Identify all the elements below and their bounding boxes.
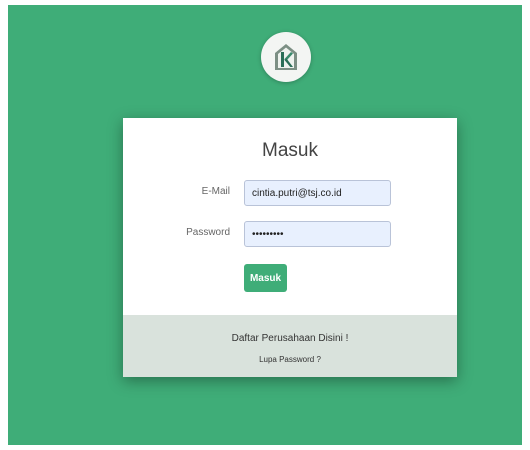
card-footer: Daftar Perusahaan Disini ! Lupa Password… <box>123 315 457 377</box>
password-field[interactable] <box>244 221 391 247</box>
password-label: Password <box>186 227 230 238</box>
login-button[interactable]: Masuk <box>244 264 287 292</box>
forgot-password-link[interactable]: Lupa Password ? <box>123 355 457 364</box>
register-company-link[interactable]: Daftar Perusahaan Disini ! <box>123 333 457 344</box>
login-page: Masuk E-Mail Password Masuk Daftar Perus… <box>8 5 522 445</box>
email-field[interactable] <box>244 180 391 206</box>
email-label: E-Mail <box>201 186 230 197</box>
brand-logo <box>261 32 311 82</box>
house-k-logo-icon <box>275 44 297 70</box>
login-title: Masuk <box>262 140 318 161</box>
login-card: Masuk E-Mail Password Masuk Daftar Perus… <box>123 118 457 377</box>
